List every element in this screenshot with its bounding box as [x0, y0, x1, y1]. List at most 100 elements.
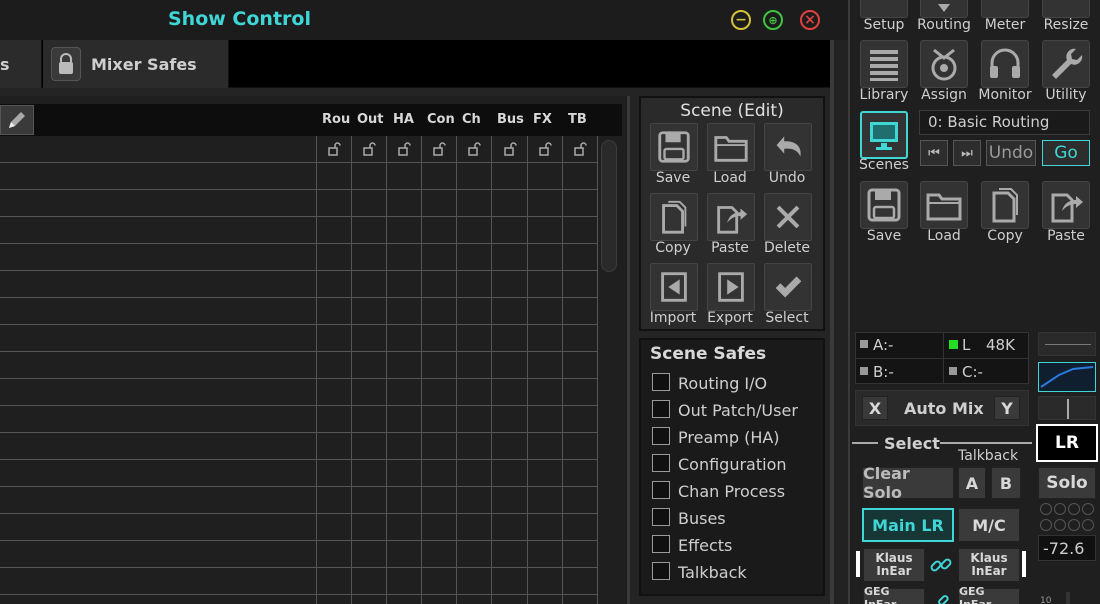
- safe-checkbox-preamp[interactable]: [652, 427, 670, 445]
- fader-track[interactable]: [1066, 592, 1070, 604]
- safe-checkbox-buses[interactable]: [652, 508, 670, 526]
- pan-mini[interactable]: [1038, 396, 1096, 420]
- lock-open-icon[interactable]: [504, 141, 518, 156]
- clear-solo-button[interactable]: Clear Solo: [862, 464, 954, 502]
- assign-button[interactable]: [920, 40, 968, 88]
- safe-checkbox-chan-process[interactable]: [652, 481, 670, 499]
- channel-geg-inear-1[interactable]: GEG InEar: [863, 585, 925, 604]
- resize-button[interactable]: [1042, 0, 1090, 18]
- scene-export-button[interactable]: [707, 263, 755, 311]
- tab-label: s: [0, 54, 10, 74]
- scene-undo-button[interactable]: [764, 123, 812, 171]
- safe-checkbox-talkback[interactable]: [652, 562, 670, 580]
- channel-geg-inear-2[interactable]: GEG InEar: [958, 585, 1020, 604]
- status-rate: 48K: [986, 336, 1015, 354]
- undo-icon: [776, 136, 801, 157]
- scene-safes-title: Scene Safes: [650, 344, 767, 364]
- solo-button[interactable]: Solo: [1038, 467, 1096, 499]
- close-icon: ×: [804, 12, 816, 28]
- paste-icon: [717, 206, 748, 234]
- scene-select-button[interactable]: [764, 263, 812, 311]
- monitor-label: Monitor: [978, 87, 1032, 103]
- grid-line: [491, 136, 492, 604]
- title-bar[interactable]: [0, 0, 848, 40]
- safe-checkbox-effects[interactable]: [652, 535, 670, 553]
- lock-open-icon[interactable]: [328, 141, 342, 156]
- channel-klaus-inear-2[interactable]: Klaus InEar: [958, 548, 1020, 582]
- mixer-load-button[interactable]: [920, 181, 968, 229]
- main-lr-button[interactable]: Main LR: [862, 508, 954, 542]
- safe-label: Routing I/O: [678, 374, 768, 393]
- table-row-divider: [0, 459, 597, 460]
- lr-select-button[interactable]: LR: [1036, 424, 1098, 462]
- current-scene-name: 0: Basic Routing: [928, 113, 1050, 131]
- table-row-divider: [0, 216, 597, 217]
- table-row-divider: [0, 351, 597, 352]
- headphones-icon: [990, 48, 1020, 78]
- lock-open-icon[interactable]: [363, 141, 377, 156]
- solo-label: Solo: [1046, 473, 1088, 493]
- next-scene-button[interactable]: ⏭: [953, 140, 981, 166]
- dynamics-mini[interactable]: [1038, 362, 1096, 392]
- mixer-copy-button[interactable]: [981, 181, 1029, 229]
- assign-label: Assign: [921, 87, 967, 103]
- link-icon[interactable]: [934, 592, 952, 604]
- scenes-button[interactable]: [860, 111, 908, 159]
- automix-y-button[interactable]: Y: [994, 396, 1020, 420]
- scene-save-button[interactable]: [650, 123, 698, 171]
- mixer-save-button[interactable]: [860, 181, 908, 229]
- scene-load-label: Load: [713, 170, 747, 186]
- lock-open-icon[interactable]: [433, 141, 447, 156]
- prev-scene-button[interactable]: ⏮: [920, 140, 948, 166]
- wrench-icon: [1052, 48, 1083, 79]
- close-button[interactable]: ×: [800, 10, 820, 30]
- mc-label: M/C: [972, 515, 1006, 535]
- lock-open-icon[interactable]: [468, 141, 482, 156]
- lock-open-icon[interactable]: [398, 141, 412, 156]
- monitor-button[interactable]: [981, 40, 1029, 88]
- minimize-button[interactable]: −: [731, 10, 751, 30]
- edit-button[interactable]: [0, 105, 34, 135]
- tab-previous[interactable]: s: [0, 40, 42, 88]
- lock-open-icon[interactable]: [539, 141, 553, 156]
- routing-button[interactable]: [920, 0, 968, 18]
- maximize-button[interactable]: ⊕: [763, 10, 783, 30]
- mixer-paste-button[interactable]: [1042, 181, 1090, 229]
- grid-line: [527, 136, 528, 604]
- talkback-b-label: B: [999, 473, 1013, 493]
- channel-klaus-inear-1[interactable]: Klaus InEar: [863, 548, 925, 582]
- grid-line: [456, 136, 457, 604]
- setup-button[interactable]: [860, 0, 908, 18]
- col-header-out: Out: [357, 112, 384, 127]
- go-button[interactable]: Go: [1042, 140, 1090, 166]
- safe-checkbox-routing-io[interactable]: [652, 373, 670, 391]
- scene-delete-button[interactable]: [764, 193, 812, 241]
- channel-marker: [856, 551, 860, 577]
- channel-name: InEar: [971, 564, 1007, 578]
- safe-checkbox-out-patch[interactable]: [652, 400, 670, 418]
- scene-undo-small-button[interactable]: Undo: [986, 140, 1036, 166]
- safe-label: Effects: [678, 536, 733, 555]
- scene-import-button[interactable]: [650, 263, 698, 311]
- meter-led: [1068, 503, 1080, 515]
- eq-mini-1[interactable]: [1038, 332, 1096, 356]
- lr-label: LR: [1055, 433, 1079, 453]
- safe-checkbox-configuration[interactable]: [652, 454, 670, 472]
- link-icon[interactable]: [928, 552, 954, 578]
- talkback-b-button[interactable]: B: [991, 467, 1021, 499]
- table-scrollbar[interactable]: [601, 140, 617, 272]
- utility-button[interactable]: [1042, 40, 1090, 88]
- lock-open-icon[interactable]: [574, 141, 588, 156]
- mc-button[interactable]: M/C: [958, 508, 1020, 542]
- meter-button[interactable]: [981, 0, 1029, 18]
- scene-load-button[interactable]: [707, 123, 755, 171]
- library-button[interactable]: [860, 40, 908, 88]
- automix-x-button[interactable]: X: [862, 396, 888, 420]
- scene-copy-button[interactable]: [650, 193, 698, 241]
- tab-mixer-safes[interactable]: Mixer Safes: [43, 40, 229, 88]
- talkback-a-button[interactable]: A: [958, 467, 986, 499]
- scene-table: [0, 96, 630, 604]
- meter-led: [1054, 519, 1066, 531]
- grid-line: [386, 136, 387, 604]
- scene-paste-button[interactable]: [707, 193, 755, 241]
